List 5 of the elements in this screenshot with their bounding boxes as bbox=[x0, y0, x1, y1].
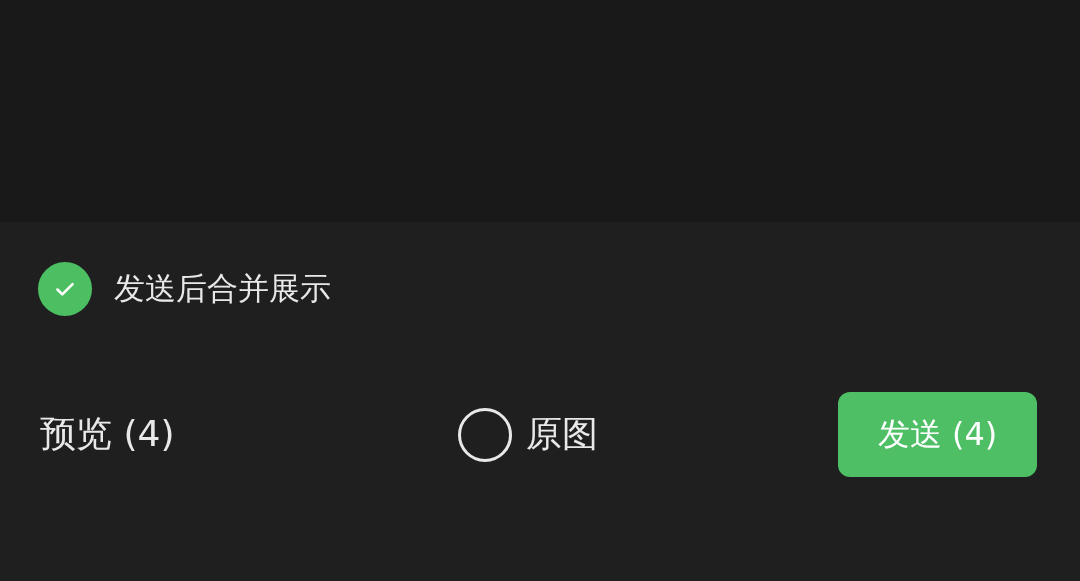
preview-link[interactable]: 预览 (4) bbox=[40, 410, 458, 459]
original-image-label: 原图 bbox=[526, 412, 598, 456]
merge-option-label: 发送后合并展示 bbox=[114, 269, 331, 308]
radio-button[interactable] bbox=[458, 407, 512, 462]
checkbox[interactable] bbox=[38, 262, 92, 316]
